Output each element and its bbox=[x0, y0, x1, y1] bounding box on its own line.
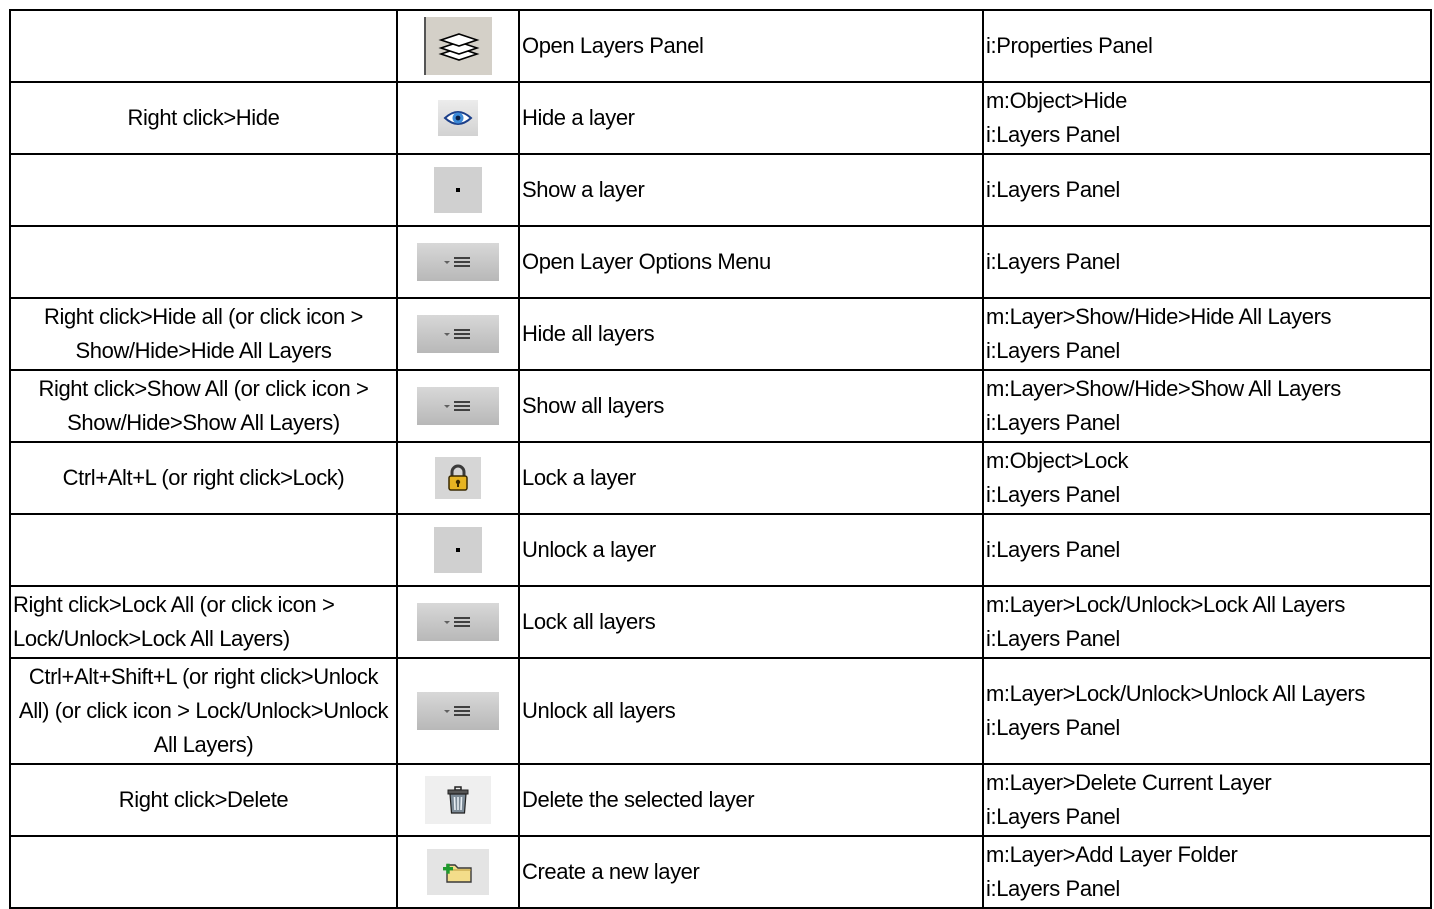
shortcut-cell: Ctrl+Alt+Shift+L (or right click>Unlock … bbox=[9, 657, 398, 765]
location-cell: i:Layers Panel bbox=[982, 225, 1432, 299]
location-cell: i:Properties Panel bbox=[982, 9, 1432, 83]
location-cell: m:Layer>Lock/Unlock>Unlock All Layers i:… bbox=[982, 657, 1432, 765]
table-row: Right click>Delete Delete the selected l… bbox=[9, 763, 1432, 837]
options-menu-icon bbox=[417, 692, 499, 730]
action-cell: Open Layers Panel bbox=[518, 9, 984, 83]
location-cell: m:Layer>Delete Current Layer i:Layers Pa… bbox=[982, 763, 1432, 837]
icon-cell bbox=[396, 369, 520, 443]
location-cell: m:Layer>Lock/Unlock>Lock All Layers i:La… bbox=[982, 585, 1432, 659]
action-cell: Create a new layer bbox=[518, 835, 984, 909]
location-line: i:Layers Panel bbox=[986, 122, 1120, 147]
action-cell: Show a layer bbox=[518, 153, 984, 227]
table-row: Open Layers Panel i:Properties Panel bbox=[9, 9, 1432, 83]
action-cell: Delete the selected layer bbox=[518, 763, 984, 837]
table-row: Right click>Lock All (or click icon > Lo… bbox=[9, 585, 1432, 659]
layers-reference-table: Open Layers Panel i:Properties Panel Rig… bbox=[9, 9, 1432, 909]
action-cell: Unlock a layer bbox=[518, 513, 984, 587]
table-row: Create a new layer m:Layer>Add Layer Fol… bbox=[9, 835, 1432, 909]
trash-icon bbox=[425, 776, 491, 824]
action-cell: Unlock all layers bbox=[518, 657, 984, 765]
options-menu-icon bbox=[417, 315, 499, 353]
table-row: Right click>Hide all (or click icon > Sh… bbox=[9, 297, 1432, 371]
icon-cell bbox=[396, 763, 520, 837]
shortcut-cell bbox=[9, 513, 398, 587]
location-cell: m:Layer>Show/Hide>Show All Layers i:Laye… bbox=[982, 369, 1432, 443]
location-line: i:Layers Panel bbox=[986, 177, 1120, 202]
location-line: i:Layers Panel bbox=[986, 804, 1120, 829]
table-row: Open Layer Options Menu i:Layers Panel bbox=[9, 225, 1432, 299]
location-line: m:Object>Hide bbox=[986, 88, 1127, 113]
location-line: m:Layer>Lock/Unlock>Lock All Layers bbox=[986, 592, 1345, 617]
shortcut-cell bbox=[9, 225, 398, 299]
icon-cell bbox=[396, 657, 520, 765]
location-cell: m:Object>Hide i:Layers Panel bbox=[982, 81, 1432, 155]
shortcut-cell: Ctrl+Alt+L (or right click>Lock) bbox=[9, 441, 398, 515]
dot-icon bbox=[434, 527, 482, 573]
action-cell: Lock all layers bbox=[518, 585, 984, 659]
shortcut-cell: Right click>Hide bbox=[9, 81, 398, 155]
location-line: m:Layer>Lock/Unlock>Unlock All Layers bbox=[986, 681, 1365, 706]
dot-icon bbox=[434, 167, 482, 213]
table-row: Right click>Hide Hide a layer m:Object>H… bbox=[9, 81, 1432, 155]
location-line: m:Layer>Add Layer Folder bbox=[986, 842, 1238, 867]
location-cell: m:Layer>Show/Hide>Hide All Layers i:Laye… bbox=[982, 297, 1432, 371]
table-row: Ctrl+Alt+Shift+L (or right click>Unlock … bbox=[9, 657, 1432, 765]
icon-cell bbox=[396, 81, 520, 155]
eye-icon bbox=[438, 100, 478, 137]
location-line: m:Layer>Show/Hide>Hide All Layers bbox=[986, 304, 1332, 329]
icon-cell bbox=[396, 153, 520, 227]
location-line: m:Layer>Delete Current Layer bbox=[986, 770, 1272, 795]
location-line: m:Layer>Show/Hide>Show All Layers bbox=[986, 376, 1341, 401]
options-menu-icon bbox=[417, 387, 499, 425]
shortcut-cell bbox=[9, 153, 398, 227]
shortcut-cell: Right click>Show All (or click icon > Sh… bbox=[9, 369, 398, 443]
shortcut-cell bbox=[9, 835, 398, 909]
table-row: Unlock a layer i:Layers Panel bbox=[9, 513, 1432, 587]
icon-cell bbox=[396, 513, 520, 587]
shortcut-cell: Right click>Hide all (or click icon > Sh… bbox=[9, 297, 398, 371]
location-line: i:Properties Panel bbox=[986, 33, 1153, 58]
location-line: i:Layers Panel bbox=[986, 249, 1120, 274]
action-cell: Hide a layer bbox=[518, 81, 984, 155]
location-cell: i:Layers Panel bbox=[982, 513, 1432, 587]
location-cell: m:Layer>Add Layer Folder i:Layers Panel bbox=[982, 835, 1432, 909]
table-row: Show a layer i:Layers Panel bbox=[9, 153, 1432, 227]
location-line: i:Layers Panel bbox=[986, 338, 1120, 363]
lock-icon bbox=[435, 457, 481, 499]
new-folder-icon bbox=[427, 849, 489, 895]
layers-icon bbox=[424, 17, 492, 75]
location-line: i:Layers Panel bbox=[986, 410, 1120, 435]
table-row: Ctrl+Alt+L (or right click>Lock) Lock a … bbox=[9, 441, 1432, 515]
options-menu-icon bbox=[417, 603, 499, 641]
action-cell: Hide all layers bbox=[518, 297, 984, 371]
table-row: Right click>Show All (or click icon > Sh… bbox=[9, 369, 1432, 443]
icon-cell bbox=[396, 835, 520, 909]
location-line: i:Layers Panel bbox=[986, 482, 1120, 507]
shortcut-cell: Right click>Lock All (or click icon > Lo… bbox=[9, 585, 398, 659]
shortcut-cell bbox=[9, 9, 398, 83]
action-cell: Lock a layer bbox=[518, 441, 984, 515]
action-cell: Open Layer Options Menu bbox=[518, 225, 984, 299]
icon-cell bbox=[396, 9, 520, 83]
icon-cell bbox=[396, 297, 520, 371]
location-cell: i:Layers Panel bbox=[982, 153, 1432, 227]
shortcut-cell: Right click>Delete bbox=[9, 763, 398, 837]
location-line: i:Layers Panel bbox=[986, 537, 1120, 562]
icon-cell bbox=[396, 441, 520, 515]
icon-cell bbox=[396, 225, 520, 299]
options-menu-icon bbox=[417, 243, 499, 281]
location-cell: m:Object>Lock i:Layers Panel bbox=[982, 441, 1432, 515]
action-cell: Show all layers bbox=[518, 369, 984, 443]
location-line: i:Layers Panel bbox=[986, 715, 1120, 740]
location-line: m:Object>Lock bbox=[986, 448, 1129, 473]
location-line: i:Layers Panel bbox=[986, 626, 1120, 651]
icon-cell bbox=[396, 585, 520, 659]
